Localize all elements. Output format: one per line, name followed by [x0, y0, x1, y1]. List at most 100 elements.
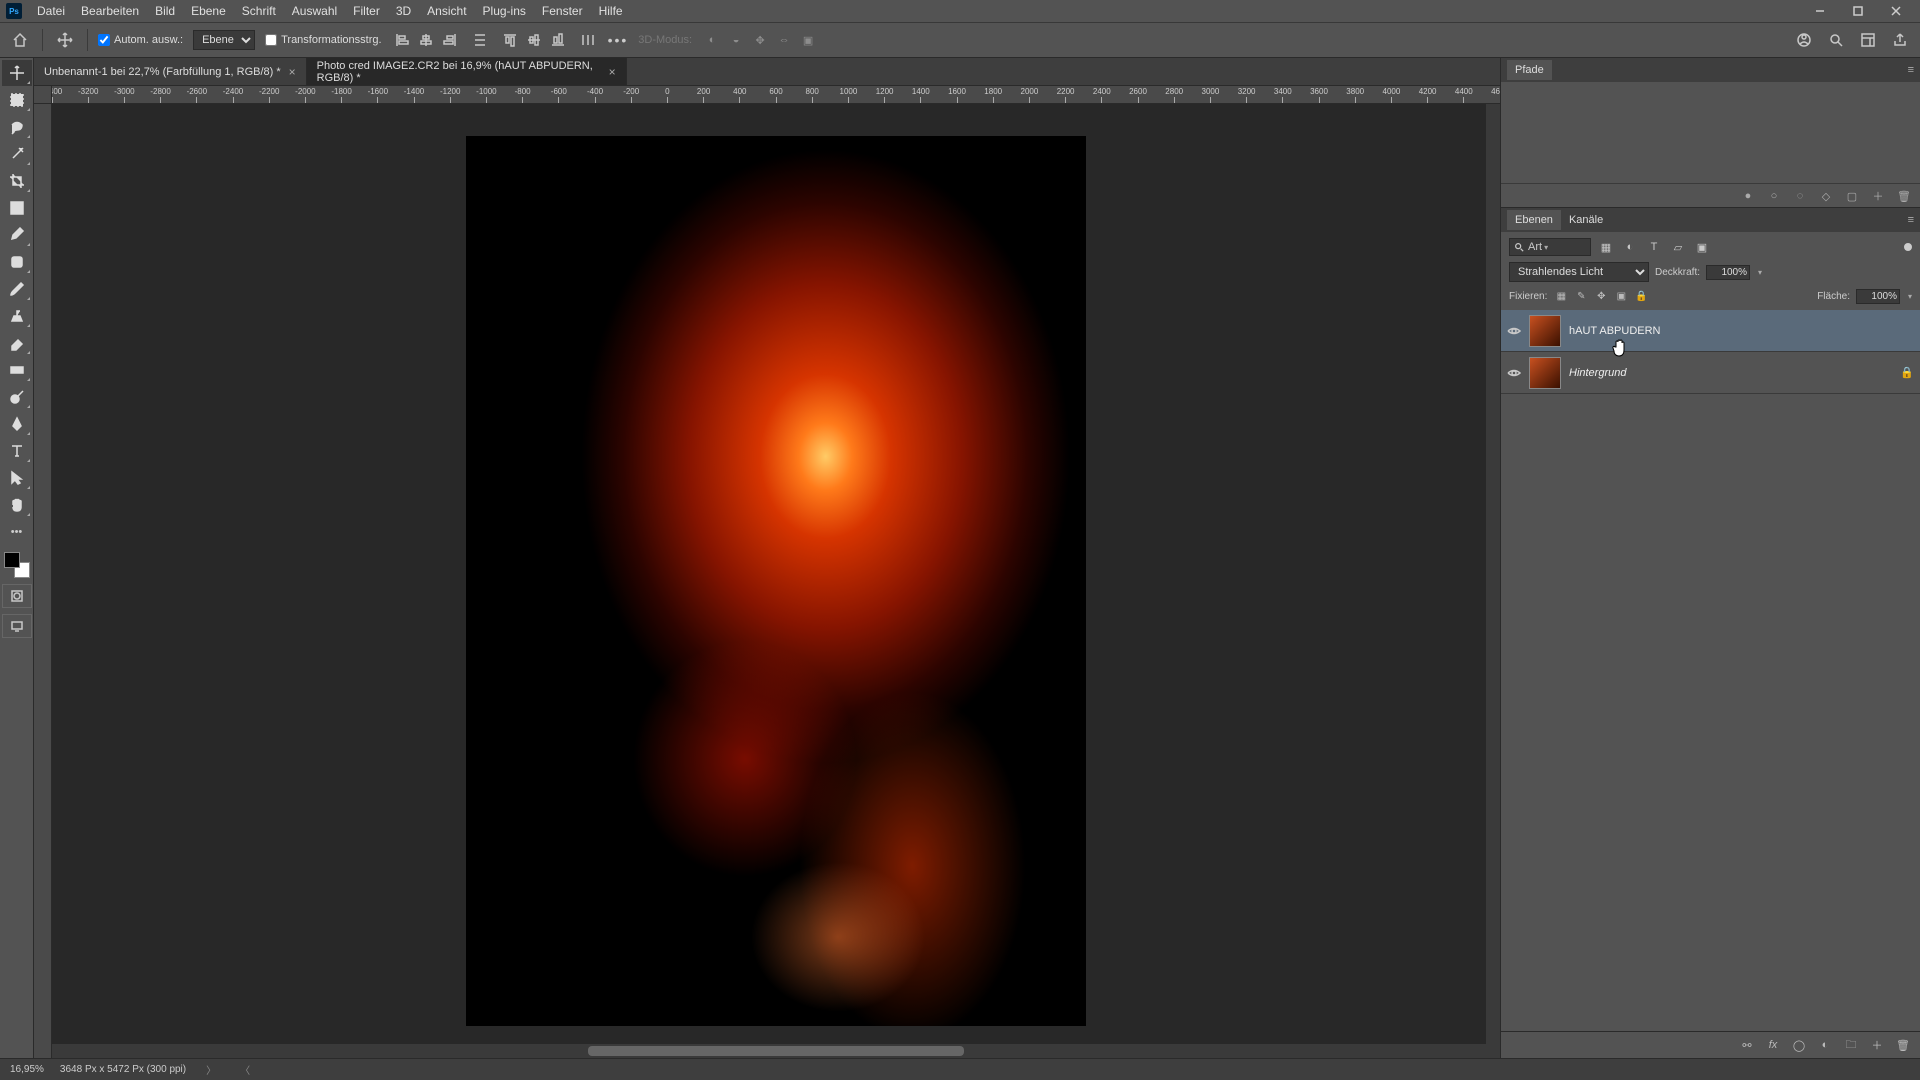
layer-item-haut-abpudern[interactable]: hAUT ABPUDERN	[1501, 310, 1920, 352]
align-left-button[interactable]	[392, 30, 412, 50]
add-mask-icon[interactable]: ◯	[1790, 1036, 1808, 1054]
layer-style-icon[interactable]: fx	[1764, 1036, 1782, 1054]
move-tool[interactable]	[2, 60, 32, 86]
add-mask-icon[interactable]: ▢	[1844, 188, 1860, 204]
close-button[interactable]	[1878, 0, 1914, 22]
filter-toggle[interactable]	[1904, 243, 1912, 251]
menu-window[interactable]: Fenster	[535, 2, 590, 20]
doc-dimensions[interactable]: 3648 Px x 5472 Px (300 ppi)	[60, 1064, 186, 1075]
panel-menu-icon[interactable]: ≡	[1902, 64, 1920, 76]
quick-mask-button[interactable]	[2, 584, 32, 608]
layer-thumbnail[interactable]	[1529, 315, 1561, 347]
delete-path-icon[interactable]: 🗑	[1896, 188, 1912, 204]
foreground-color-swatch[interactable]	[4, 552, 20, 568]
layer-name[interactable]: Hintergrund	[1569, 367, 1626, 379]
healing-brush-tool[interactable]	[2, 249, 32, 275]
hand-tool[interactable]	[2, 492, 32, 518]
tab-paths[interactable]: Pfade	[1507, 60, 1552, 80]
menu-type[interactable]: Schrift	[235, 2, 283, 20]
new-group-icon[interactable]: 🗀	[1842, 1036, 1860, 1054]
menu-select[interactable]: Auswahl	[285, 2, 344, 20]
cloud-docs-icon[interactable]	[1792, 28, 1816, 52]
lock-all-icon[interactable]: 🔒	[1633, 288, 1649, 304]
chevron-down-icon[interactable]: ▾	[1908, 292, 1912, 301]
auto-select-target[interactable]: Ebene	[193, 30, 255, 50]
menu-plugins[interactable]: Plug-ins	[476, 2, 533, 20]
panel-menu-icon[interactable]: ≡	[1902, 214, 1920, 226]
align-right-button[interactable]	[440, 30, 460, 50]
filter-shape-icon[interactable]: ▱	[1669, 238, 1687, 256]
share-icon[interactable]	[1888, 28, 1912, 52]
maximize-button[interactable]	[1840, 0, 1876, 22]
tab-channels[interactable]: Kanäle	[1561, 210, 1611, 230]
align-center-h-button[interactable]	[416, 30, 436, 50]
gradient-tool[interactable]	[2, 357, 32, 383]
tab-layers[interactable]: Ebenen	[1507, 210, 1561, 230]
visibility-icon[interactable]	[1507, 366, 1521, 380]
brush-tool[interactable]	[2, 276, 32, 302]
visibility-icon[interactable]	[1507, 324, 1521, 338]
dodge-tool[interactable]	[2, 384, 32, 410]
crop-tool[interactable]	[2, 168, 32, 194]
menu-image[interactable]: Bild	[148, 2, 182, 20]
blend-mode-select[interactable]: Strahlendes Licht	[1509, 262, 1649, 282]
eyedropper-tool[interactable]	[2, 222, 32, 248]
path-selection-tool[interactable]	[2, 465, 32, 491]
canvas-viewport[interactable]	[52, 104, 1500, 1058]
statusbar-chevron-icon[interactable]: 〉	[202, 1062, 220, 1077]
screen-mode-button[interactable]	[2, 614, 32, 638]
filter-adjustment-icon[interactable]: ◐	[1621, 238, 1639, 256]
marquee-tool[interactable]	[2, 87, 32, 113]
home-button[interactable]	[8, 28, 32, 52]
color-swatches[interactable]	[4, 552, 30, 578]
search-icon[interactable]	[1824, 28, 1848, 52]
ruler-origin[interactable]	[34, 86, 52, 104]
minimize-button[interactable]	[1802, 0, 1838, 22]
document-tab-1[interactable]: Unbenannt-1 bei 22,7% (Farbfüllung 1, RG…	[34, 58, 307, 85]
new-path-icon[interactable]: ＋	[1870, 188, 1886, 204]
close-icon[interactable]: ×	[609, 65, 616, 79]
zoom-level[interactable]: 16,95%	[10, 1064, 44, 1075]
transform-controls-input[interactable]	[265, 34, 277, 46]
auto-select-input[interactable]	[98, 34, 110, 46]
layer-filter-kind[interactable]: Art ▾	[1509, 238, 1591, 256]
scrollbar-horizontal[interactable]	[52, 1044, 1500, 1058]
layer-thumbnail[interactable]	[1529, 357, 1561, 389]
load-selection-icon[interactable]: ◌	[1792, 188, 1808, 204]
distribute-v-button[interactable]	[578, 30, 598, 50]
lock-position-icon[interactable]: ✥	[1593, 288, 1609, 304]
menu-edit[interactable]: Bearbeiten	[74, 2, 146, 20]
ruler-vertical[interactable]	[34, 104, 52, 1058]
close-icon[interactable]: ×	[289, 65, 296, 79]
align-top-button[interactable]	[500, 30, 520, 50]
move-tool-preset[interactable]	[53, 28, 77, 52]
fill-path-icon[interactable]: ●	[1740, 188, 1756, 204]
scrollbar-vertical[interactable]	[1486, 104, 1500, 1044]
adjustment-layer-icon[interactable]: ◐	[1816, 1036, 1834, 1054]
lock-icon[interactable]: 🔒	[1900, 366, 1914, 379]
make-workpath-icon[interactable]: ◇	[1818, 188, 1834, 204]
delete-layer-icon[interactable]: 🗑	[1894, 1036, 1912, 1054]
menu-help[interactable]: Hilfe	[592, 2, 630, 20]
menu-view[interactable]: Ansicht	[420, 2, 473, 20]
pen-tool[interactable]	[2, 411, 32, 437]
lock-artboard-icon[interactable]: ▣	[1613, 288, 1629, 304]
document-tab-2[interactable]: Photo cred IMAGE2.CR2 bei 16,9% (hAUT AB…	[307, 58, 627, 85]
new-layer-icon[interactable]: ＋	[1868, 1036, 1886, 1054]
filter-type-icon[interactable]: T	[1645, 238, 1663, 256]
chevron-down-icon[interactable]: ▾	[1758, 268, 1762, 277]
statusbar-prev-icon[interactable]: 〈	[236, 1062, 254, 1077]
auto-select-checkbox[interactable]: Autom. ausw.:	[98, 34, 183, 46]
eraser-tool[interactable]	[2, 330, 32, 356]
transform-controls-checkbox[interactable]: Transformationsstrg.	[265, 34, 381, 46]
lock-pixels-icon[interactable]: ✎	[1573, 288, 1589, 304]
menu-layer[interactable]: Ebene	[184, 2, 233, 20]
clone-stamp-tool[interactable]	[2, 303, 32, 329]
layer-item-hintergrund[interactable]: Hintergrund 🔒	[1501, 352, 1920, 394]
align-bottom-button[interactable]	[548, 30, 568, 50]
menu-filter[interactable]: Filter	[346, 2, 387, 20]
ruler-horizontal[interactable]: -3400-3200-3000-2800-2600-2400-2200-2000…	[52, 86, 1500, 104]
filter-pixel-icon[interactable]: ▦	[1597, 238, 1615, 256]
link-layers-icon[interactable]: ⚯	[1738, 1036, 1756, 1054]
type-tool[interactable]	[2, 438, 32, 464]
